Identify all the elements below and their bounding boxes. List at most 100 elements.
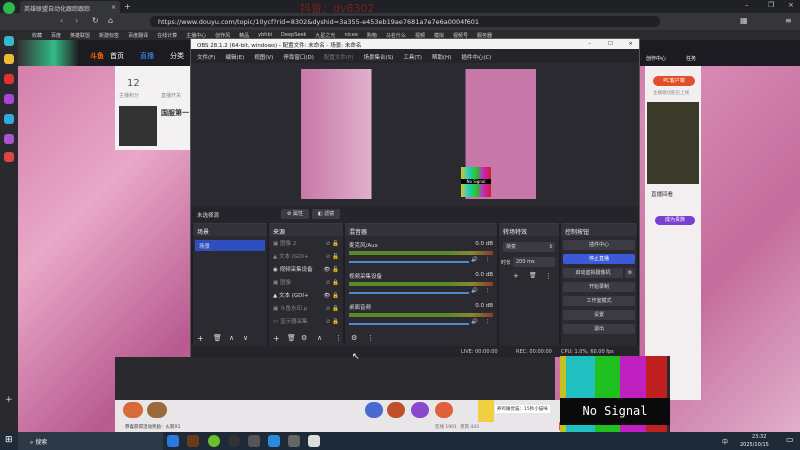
more-icon[interactable]: ⋮ [335,334,342,342]
refresh-icon[interactable]: ↻ [92,16,99,25]
visibility-lock-icons[interactable]: ⊘ 🔓 [326,251,339,264]
home-icon[interactable]: ⌂ [108,16,113,25]
live-review-link[interactable]: 直播回看 [651,190,673,198]
add-source-icon[interactable]: + [273,334,280,343]
visibility-lock-icons[interactable]: 👁 🔓 [323,264,339,277]
advanced-audio-icon[interactable]: ⚙ [351,334,357,342]
properties-button[interactable]: ⚙ 属性 [281,209,309,219]
more-icon[interactable]: ⋮ [485,257,491,263]
filters-button[interactable]: ◧ 滤镜 [312,209,340,219]
more-icon[interactable]: ⋮ [485,319,491,325]
close-window-icon[interactable]: × [788,1,794,9]
notification-icon[interactable]: ▭ [786,435,794,444]
nav-creator-center[interactable]: 创作中心 [646,55,666,62]
duration-input[interactable]: 200 ms [513,257,555,267]
menu-help[interactable]: 帮助(H) [432,53,451,61]
extensions-icon[interactable]: ▦ [740,16,748,25]
browser-tab[interactable]: 英雄联盟自动化跟踪跟踪 × [20,1,120,13]
source-item[interactable]: ▣ 图像 2 ⊘ 🔓 [273,238,339,251]
nav-category[interactable]: 分类 [170,51,184,61]
menu-edit[interactable]: 编辑(E) [225,53,244,61]
remove-transition-icon[interactable]: 🗑 [529,272,537,279]
gift-icon[interactable] [123,402,143,418]
forward-icon[interactable]: › [75,16,78,25]
volume-slider[interactable] [349,323,469,325]
source-item[interactable]: ▣ 斗鱼水印.p ⊘ 🔓 [273,303,339,316]
taskbar-app-icon[interactable] [187,435,199,447]
source-item[interactable]: ◉ 视频采集设备 👁 🔓 [273,264,339,277]
pc-client-button[interactable]: PC客户端 [653,76,695,86]
favorites-icon[interactable] [4,54,14,64]
obs-close-icon[interactable]: × [628,41,633,47]
remove-source-icon[interactable]: 🗑 [287,334,296,342]
visibility-lock-icons[interactable]: ⊘ 🔓 [326,238,339,251]
clock-time[interactable]: 23:32 [752,434,766,440]
source-item[interactable]: ▲ 文本 (GDI+ ⊘ 🔓 [273,251,339,264]
live-switch-label[interactable]: 直播开关 [161,92,181,99]
visibility-lock-icons[interactable]: ⊘ 🔒 [326,316,339,329]
transition-select[interactable]: 渐变 ⇕ [503,242,555,252]
more-icon[interactable]: ⋮ [367,334,374,342]
bookmark[interactable]: 新建标签 [99,32,119,39]
streamer-avatar[interactable] [119,106,157,146]
url-input[interactable]: https://www.douyu.com/topic/10ycf?rid=83… [150,16,660,27]
sidebar-app-icon[interactable] [4,134,14,144]
add-icon[interactable]: + [5,395,13,405]
activity-icon[interactable] [411,402,429,418]
sidebar-app-icon[interactable] [4,94,14,104]
exit-button[interactable]: 退出 [563,324,635,334]
obs-minimize-icon[interactable]: – [588,41,591,47]
nav-tasks[interactable]: 任务 [686,55,696,62]
taskbar-search[interactable]: ⌕ 搜索 [18,432,163,450]
sidebar-app-icon[interactable] [4,74,14,84]
settings-button[interactable]: 设置 [563,310,635,320]
minimize-icon[interactable]: – [745,1,749,9]
add-scene-icon[interactable]: + [197,334,204,343]
plugin-center-button[interactable]: 插件中心 [563,240,635,250]
visibility-lock-icons[interactable]: ⊘ 🔒 [326,277,339,290]
speaker-icon[interactable]: 🔊 [471,288,478,294]
virtual-camera-settings-icon[interactable]: ⚙ [625,268,635,278]
ad-banner[interactable] [647,102,699,184]
stop-streaming-button[interactable]: 停止直播 [563,254,635,264]
source-settings-icon[interactable]: ⚙ [301,334,307,342]
obs-taskbar-icon[interactable] [228,435,240,447]
bookmark[interactable]: 在线计算 [157,32,177,39]
remove-scene-icon[interactable]: 🗑 [213,334,222,342]
sidebar-app-icon[interactable] [4,36,14,46]
move-down-icon[interactable]: ∨ [243,334,248,342]
taskbar-app-icon[interactable] [248,435,260,447]
volume-slider[interactable] [349,292,469,294]
ime-indicator[interactable]: 中 [722,437,728,446]
new-tab-icon[interactable]: + [124,2,131,11]
menu-view[interactable]: 视图(V) [254,53,273,61]
qq-icon[interactable] [308,435,320,447]
start-virtual-camera-button[interactable]: 启动虚拟摄像机 [563,268,623,278]
move-up-icon[interactable]: ∧ [317,334,322,342]
studio-mode-button[interactable]: 工作室模式 [563,296,635,306]
scene-item[interactable]: 场景 [195,240,265,251]
activity-icon[interactable] [387,402,405,418]
menu-scene-collection[interactable]: 场景集合(S) [363,53,393,61]
more-icon[interactable]: ⋮ [545,272,552,280]
source-item[interactable]: ▣ 图像 ⊘ 🔒 [273,277,339,290]
bookmark[interactable]: 收藏 [32,32,42,39]
source-item[interactable]: ▭ 显示器采集 ⊘ 🔒 [273,316,339,329]
visibility-lock-icons[interactable]: 👁 🔒 [323,290,339,303]
back-icon[interactable]: ‹ [60,16,63,25]
more-icon[interactable]: ⋮ [485,288,491,294]
start-recording-button[interactable]: 开始录制 [563,282,635,292]
menu-docks[interactable]: 停靠窗口(D) [283,53,314,61]
obs-maximize-icon[interactable]: ☐ [608,41,613,47]
visibility-lock-icons[interactable]: ⊘ 🔓 [326,303,339,316]
taskbar-app-icon[interactable] [288,435,300,447]
speaker-icon[interactable]: 🔊 [471,319,478,325]
clock-date[interactable]: 2025/10/15 [740,442,769,448]
obs-preview[interactable]: No Signal [191,63,639,206]
bookmark[interactable]: 百度 [51,32,61,39]
douyu-logo[interactable]: 斗鱼 [90,51,104,61]
noble-button[interactable]: 成为贵族 [655,216,695,225]
video-player-area[interactable] [115,357,555,400]
maximize-icon[interactable]: ❐ [768,1,774,9]
taskbar-app-icon[interactable] [268,435,280,447]
